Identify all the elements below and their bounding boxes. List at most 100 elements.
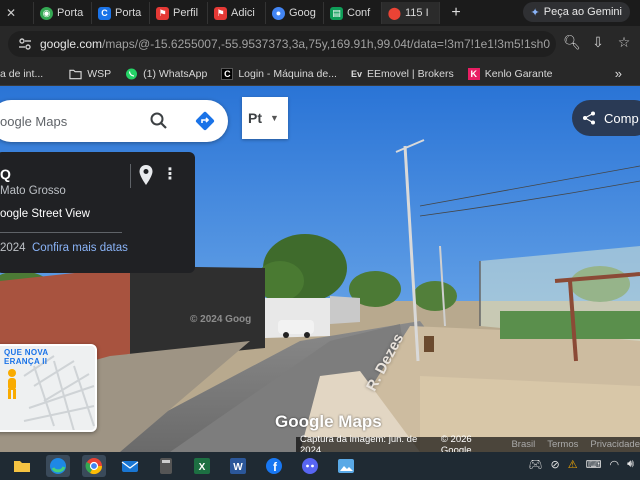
svg-text:X: X [199, 462, 206, 473]
more-bookmarks-icon[interactable]: » [615, 66, 622, 81]
bookmark-red-icon: ⚑ [156, 6, 169, 20]
globe-icon: ◉ [40, 6, 53, 20]
bookmark-login[interactable]: C Login - Máquina de... [221, 67, 337, 80]
mail-icon[interactable] [118, 455, 142, 477]
minimap-label: ERANÇA II [4, 357, 48, 366]
ev-icon: Ev [350, 68, 362, 79]
network-off-icon[interactable]: ⊘ [550, 458, 559, 471]
bookmark-label: a de int... [0, 67, 44, 80]
more-dates-link[interactable]: Confira mais datas [32, 242, 128, 254]
bookmark-kenlo[interactable]: K Kenlo Garante [467, 67, 552, 80]
search-input[interactable] [0, 100, 140, 142]
tab-label: Porta [115, 7, 142, 19]
street-view-label: oogle Street View [0, 208, 90, 220]
tab-3[interactable]: ⚑ Perfil [150, 2, 208, 24]
divider [0, 232, 122, 233]
k-icon: K [467, 67, 480, 80]
lang-icon[interactable]: ⌨ [586, 458, 602, 471]
close-icon[interactable]: ✕ [6, 6, 16, 20]
tab-4[interactable]: ⚑ Adici [208, 2, 266, 24]
tab-label: 115 I [405, 7, 429, 19]
more-options-icon[interactable]: ⋮ [162, 164, 178, 184]
privacy-link[interactable]: Privacidade [590, 439, 640, 450]
install-app-icon[interactable]: ⇩ [588, 34, 608, 51]
url-text[interactable]: google.com/maps/@-15.6255007,-55.9537373… [40, 37, 550, 51]
zoom-icon[interactable]: 🔍︎ [562, 34, 582, 51]
terms-link[interactable]: Termos [547, 439, 578, 450]
tab-strip: ✕ ◉ Porta C Porta ⚑ Perfil ⚑ Adici ● Goo… [0, 0, 640, 26]
attribution-bar: Captura da imagem: jun. de 2024 © 2026 G… [296, 433, 640, 453]
location-pin-icon[interactable] [138, 164, 154, 186]
warning-icon[interactable]: ⚠ [568, 458, 578, 471]
bookmarks-bar: a de int... WSP (1) WhatsApp C Login - M… [0, 62, 640, 86]
edge-icon[interactable] [46, 455, 70, 477]
street-view[interactable]: Pt ▼ Comp Q Mato Grosso ⋮ oogle Street V… [0, 86, 640, 452]
google-icon: ● [272, 6, 285, 20]
google-maps-watermark: Google Maps [275, 412, 382, 431]
language-selector[interactable]: Pt ▼ [242, 97, 288, 139]
tab-2[interactable]: C Porta [92, 2, 150, 24]
calculator-icon[interactable] [154, 455, 178, 477]
facebook-icon[interactable]: f [262, 455, 286, 477]
tab-label: Porta [57, 7, 84, 19]
directions-icon[interactable] [194, 110, 216, 132]
bookmark-label: EEmovel | Brokers [367, 67, 454, 80]
tab-label: Adici [231, 7, 255, 19]
tab-7-active[interactable]: ⬤ 115 I [382, 2, 440, 24]
omnibox[interactable]: google.com/maps/@-15.6255007,-55.9537373… [8, 31, 556, 57]
maps-pin-icon: ⬤ [387, 6, 402, 20]
tab-overflow[interactable]: ✕ [0, 2, 34, 24]
taskbar: X W f 🎮︎ ⊘ ⚠ ⌨ ◠ 🔊︎ [0, 452, 640, 480]
copyright: © 2026 Google [440, 433, 472, 453]
address-bar: google.com/maps/@-15.6255007,-55.9537373… [0, 26, 640, 62]
url-path: /maps/@-15.6255007,-55.9537373,3a,75y,16… [102, 37, 550, 51]
volume-icon[interactable]: 🔊︎ [627, 458, 634, 471]
word-icon[interactable]: W [226, 455, 250, 477]
chrome-icon[interactable] [82, 455, 106, 477]
file-explorer-icon[interactable] [10, 455, 34, 477]
whatsapp-icon [126, 68, 138, 79]
bookmark-whatsapp[interactable]: (1) WhatsApp [125, 68, 207, 80]
gemini-button[interactable]: ✦ Peça ao Gemini [522, 2, 630, 22]
tab-label: Perfil [173, 7, 199, 19]
bookmark-red-icon: ⚑ [214, 6, 227, 20]
divider [130, 164, 131, 188]
tab-6[interactable]: ▤ Conf [324, 2, 382, 24]
discord-tray-icon[interactable]: 🎮︎ [529, 458, 543, 471]
bookmark-star-icon[interactable]: ☆ [614, 34, 634, 51]
location-subtitle: Mato Grosso [0, 185, 66, 197]
tab-5[interactable]: ● Goog [266, 2, 324, 24]
capture-date: Captura da imagem: jun. de 2024 [300, 433, 418, 453]
excel-icon[interactable]: X [190, 455, 214, 477]
sheets-icon: ▤ [330, 6, 343, 20]
gemini-icon: ✦ [530, 6, 540, 19]
search-icon[interactable] [150, 112, 168, 130]
capture-year: 2024 [0, 242, 26, 254]
bookmark-folder-wsp[interactable]: WSP [69, 68, 111, 80]
wifi-icon[interactable]: ◠ [609, 458, 619, 471]
site-settings-icon[interactable] [18, 37, 32, 51]
country-link[interactable]: Brasil [511, 439, 535, 450]
share-label: Comp [604, 110, 639, 126]
tab-label: Goog [289, 7, 316, 19]
location-title: Q [0, 166, 11, 182]
new-tab-button[interactable]: + [446, 4, 466, 22]
c-icon: C [221, 67, 234, 80]
tab-label: Conf [347, 7, 371, 19]
minimap[interactable]: QUE NOVA ERANÇA II [0, 344, 97, 432]
language-code: Pt [248, 110, 262, 126]
system-tray: 🎮︎ ⊘ ⚠ ⌨ ◠ 🔊︎ [529, 458, 635, 471]
discord-icon[interactable] [298, 455, 322, 477]
photos-icon[interactable] [334, 455, 358, 477]
bookmark-label: Login - Máquina de... [238, 67, 337, 80]
pegman-icon[interactable] [4, 368, 20, 402]
maps-search-box [0, 100, 228, 142]
tab-1[interactable]: ◉ Porta [34, 2, 92, 24]
bookmark-label: (1) WhatsApp [143, 67, 208, 80]
bookmark-item[interactable]: a de int... [0, 68, 43, 80]
share-icon [583, 111, 595, 125]
bookmark-label: WSP [87, 67, 112, 80]
bookmark-eemovel[interactable]: Ev EEmovel | Brokers [351, 68, 454, 80]
share-button[interactable]: Comp [572, 100, 640, 136]
gemini-label: Peça ao Gemini [543, 6, 622, 18]
